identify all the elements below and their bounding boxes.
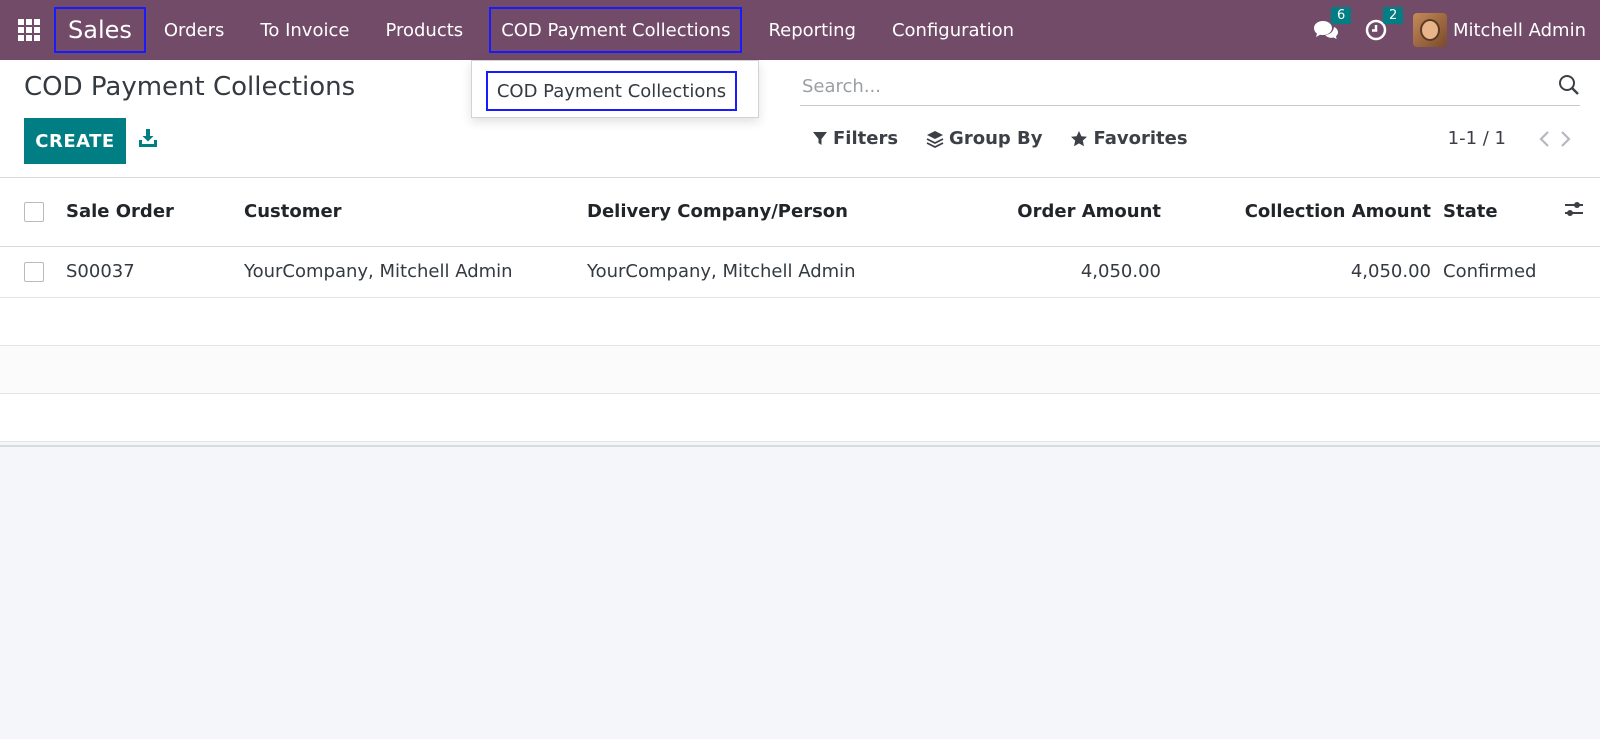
table-bottom-border [0, 445, 1600, 447]
header-delivery[interactable]: Delivery Company/Person [587, 178, 947, 247]
row-select-cell [0, 246, 66, 298]
empty-row [0, 393, 1600, 442]
header-state[interactable]: State [1431, 178, 1540, 247]
cell-sale-order[interactable]: S00037 [66, 246, 244, 298]
pager-previous-icon[interactable] [1538, 130, 1550, 148]
empty-row [0, 297, 1600, 346]
search-input[interactable] [800, 68, 1520, 104]
messages-count-badge: 6 [1330, 7, 1352, 24]
pager: 1-1 / 1 [1448, 128, 1572, 149]
favorites-label: Favorites [1093, 128, 1188, 149]
search-icon[interactable] [1558, 74, 1580, 96]
pager-next-icon[interactable] [1560, 130, 1572, 148]
cell-order-amount[interactable]: 4,050.00 [947, 246, 1161, 298]
messaging-menu[interactable]: 6 [1313, 7, 1352, 41]
filters-button[interactable]: Filters [812, 128, 898, 149]
header-order-amount[interactable]: Order Amount [947, 178, 1161, 247]
page-title: COD Payment Collections [24, 72, 356, 102]
app-brand-sales[interactable]: Sales [54, 7, 146, 53]
layers-icon [926, 130, 944, 148]
table-header-row: Sale Order Customer Delivery Company/Per… [0, 178, 1600, 247]
menu-cod-payment-collections[interactable]: COD Payment Collections [489, 7, 743, 53]
sliders-icon [1565, 202, 1583, 217]
table-row[interactable]: S00037 YourCompany, Mitchell Admin YourC… [0, 246, 1600, 298]
download-icon[interactable] [138, 128, 158, 148]
search-box [800, 68, 1580, 106]
optional-columns-toggle[interactable] [1540, 178, 1600, 247]
list-table: Sale Order Customer Delivery Company/Per… [0, 178, 1600, 442]
row-checkbox[interactable] [24, 262, 44, 282]
cod-dropdown-menu: COD Payment Collections [471, 60, 759, 118]
group-by-label: Group By [949, 128, 1043, 149]
search-options: Filters Group By Favorites [812, 128, 1216, 149]
funnel-icon [813, 131, 827, 145]
empty-row [0, 345, 1600, 394]
menu-to-invoice[interactable]: To Invoice [242, 7, 367, 53]
dropdown-item-cod-payment-collections[interactable]: COD Payment Collections [486, 71, 737, 111]
cell-empty [1540, 246, 1600, 298]
activities-count-badge: 2 [1382, 7, 1404, 24]
menu-orders[interactable]: Orders [146, 7, 243, 53]
systray: 6 2 Mitchell Admin [1313, 0, 1600, 60]
control-panel: COD Payment Collections CREATE Filters G… [0, 60, 1600, 178]
activity-menu[interactable]: 2 [1365, 7, 1404, 41]
group-by-button[interactable]: Group By [926, 128, 1042, 149]
select-all-checkbox[interactable] [24, 202, 44, 223]
user-avatar[interactable] [1412, 13, 1447, 47]
filters-label: Filters [833, 128, 899, 149]
apps-menu-icon[interactable] [18, 19, 40, 41]
create-button[interactable]: CREATE [24, 118, 126, 164]
select-all-cell [0, 178, 66, 247]
pager-value[interactable]: 1-1 / 1 [1448, 128, 1506, 149]
header-collection-amount[interactable]: Collection Amount [1161, 178, 1431, 247]
top-navbar: Sales Orders To Invoice Products COD Pay… [0, 0, 1600, 60]
cell-delivery[interactable]: YourCompany, Mitchell Admin [587, 246, 947, 298]
cell-state[interactable]: Confirmed [1431, 246, 1540, 298]
header-customer[interactable]: Customer [244, 178, 587, 247]
header-sale-order[interactable]: Sale Order [66, 178, 244, 247]
star-icon [1071, 130, 1088, 146]
cell-customer[interactable]: YourCompany, Mitchell Admin [244, 246, 587, 298]
menu-products[interactable]: Products [367, 7, 481, 53]
user-name[interactable]: Mitchell Admin [1453, 20, 1586, 41]
cell-collection-amount[interactable]: 4,050.00 [1161, 246, 1431, 298]
menu-reporting[interactable]: Reporting [750, 7, 874, 53]
favorites-button[interactable]: Favorites [1070, 128, 1188, 149]
menu-configuration[interactable]: Configuration [874, 7, 1032, 53]
